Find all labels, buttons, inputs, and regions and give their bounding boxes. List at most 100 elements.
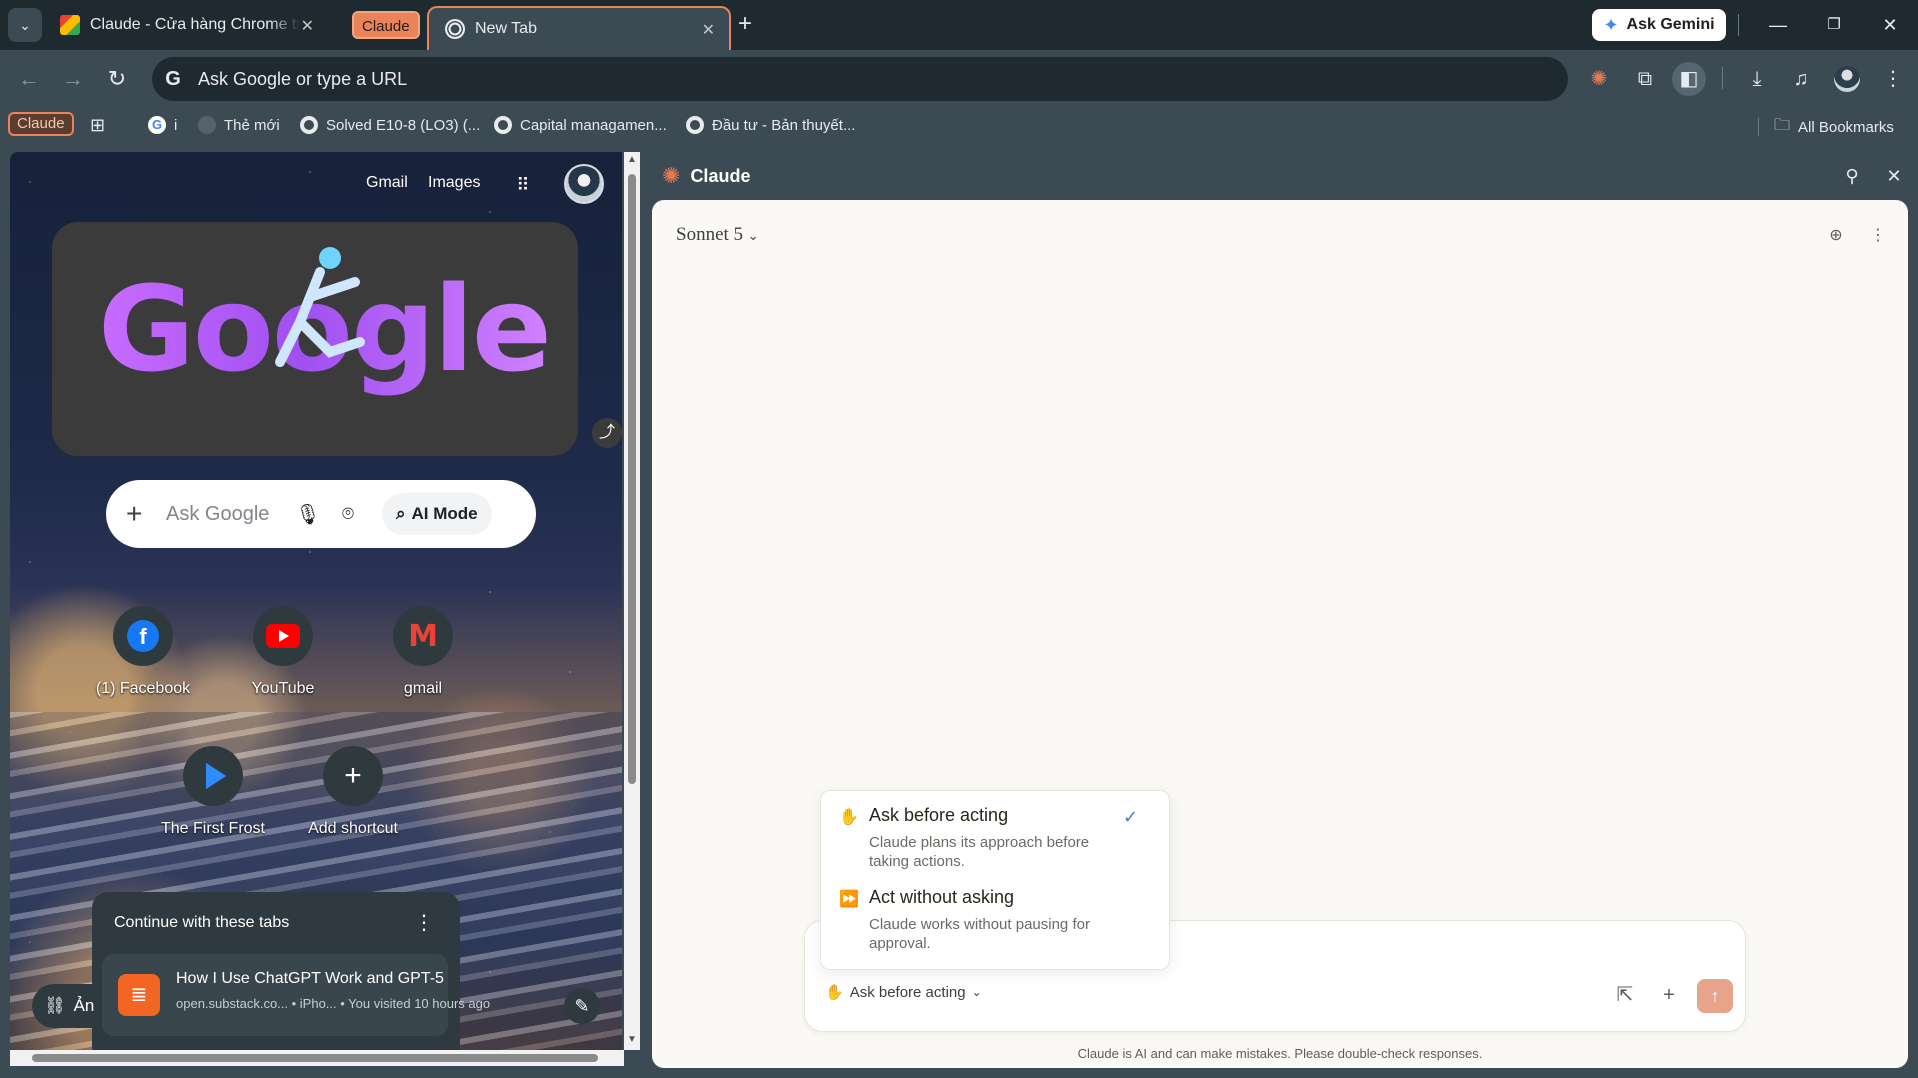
tab-search-button[interactable]: ⌄: [8, 8, 42, 42]
bookmark-item[interactable]: Solved E10-8 (LO3) (...: [300, 114, 480, 136]
folder-icon: 🗀: [1774, 117, 1791, 134]
more-options-icon[interactable]: ⋮: [1866, 224, 1890, 248]
profile-avatar[interactable]: [1834, 66, 1860, 92]
google-icon: G: [148, 116, 166, 134]
gmail-link[interactable]: Gmail: [366, 174, 408, 192]
ask-gemini-button[interactable]: ✦ Ask Gemini: [1592, 9, 1726, 41]
continue-tabs-card: Continue with these tabs ⋮ ≣ How I Use C…: [92, 892, 490, 1050]
plus-icon: +: [344, 759, 362, 792]
chevron-down-icon: ⌄: [971, 985, 982, 999]
tab-strip: ⌄ Claude - Cửa hàng Chrome trực tuyến ✕ …: [0, 0, 1918, 50]
doodle-figure: [275, 247, 365, 367]
edit-pencil-icon[interactable]: ✎: [564, 988, 600, 1024]
divider: [1758, 118, 1759, 136]
minimize-icon[interactable]: —: [1758, 10, 1798, 40]
shortcut-label: The First Frost: [160, 820, 265, 837]
shortcut-label: YouTube: [251, 680, 315, 697]
tab-group-label[interactable]: Claude: [352, 11, 420, 39]
search-input[interactable]: Ask Google: [166, 503, 288, 526]
close-tab-icon[interactable]: ✕: [301, 16, 314, 36]
menu-option-description: Claude plans its approach before taking …: [869, 834, 1090, 870]
add-attachment-icon[interactable]: +: [1655, 981, 1683, 1009]
shortcut-gmail[interactable]: M gmail: [358, 606, 488, 698]
disclaimer: Claude is AI and can make mistakes. Plea…: [1077, 1046, 1483, 1061]
bookmark-item[interactable]: G i: [148, 114, 177, 136]
images-link[interactable]: Images: [428, 174, 480, 192]
new-chat-icon[interactable]: ⊕: [1824, 224, 1848, 248]
scrollbar-thumb[interactable]: [32, 1054, 598, 1062]
apps-grid-icon[interactable]: ⊞: [90, 114, 105, 136]
forward-icon[interactable]: →: [56, 62, 90, 96]
divider: [1722, 67, 1723, 89]
shortcut-tile: [183, 746, 243, 806]
bookmark-label: Đầu tư - Bản thuyết...: [712, 116, 856, 134]
send-button[interactable]: ↑: [1697, 979, 1733, 1013]
shortcut-tile: +: [323, 746, 383, 806]
bookmark-group-claude[interactable]: Claude: [8, 112, 74, 136]
unpin-icon[interactable]: ⚲: [1840, 164, 1864, 188]
cursor-click-icon[interactable]: ⇱: [1611, 981, 1639, 1009]
back-icon[interactable]: ←: [12, 62, 46, 96]
permission-mode-button[interactable]: ✋ Ask before acting ⌄: [825, 983, 982, 1002]
new-tab-button[interactable]: +: [730, 10, 760, 40]
plus-icon[interactable]: +: [126, 498, 150, 530]
side-panel-icon[interactable]: ◧: [1672, 62, 1706, 96]
scrollbar-thumb[interactable]: [628, 174, 636, 784]
media-controls-icon[interactable]: ♫: [1784, 62, 1818, 96]
shortcut-add[interactable]: + Add shortcut: [288, 746, 418, 838]
scroll-down-arrow-icon[interactable]: ▼: [627, 1034, 637, 1045]
shortcut-first-frost[interactable]: The First Frost: [148, 746, 278, 838]
close-panel-icon[interactable]: ✕: [1882, 164, 1906, 188]
claude-extension-icon[interactable]: ✺: [1582, 62, 1616, 96]
chevron-down-icon: ⌄: [747, 228, 759, 243]
vertical-scrollbar[interactable]: ▲ ▼: [624, 152, 640, 1050]
claude-logo-icon: ✺: [662, 163, 681, 188]
ask-gemini-label: Ask Gemini: [1626, 16, 1715, 33]
omnibox-placeholder: Ask Google or type a URL: [198, 68, 408, 89]
all-bookmarks-button[interactable]: 🗀 All Bookmarks: [1774, 114, 1894, 141]
horizontal-scrollbar[interactable]: [10, 1050, 624, 1066]
shortcut-youtube[interactable]: YouTube: [218, 606, 348, 698]
bookmark-item[interactable]: Đầu tư - Bản thuyết...: [686, 114, 855, 136]
continue-tab-item[interactable]: ≣ How I Use ChatGPT Work and GPT-5.6 for…: [102, 954, 490, 1036]
reload-icon[interactable]: ↻: [100, 62, 134, 96]
close-tab-icon[interactable]: ✕: [702, 20, 715, 40]
restore-icon[interactable]: ❐: [1814, 10, 1854, 40]
google-lens-icon[interactable]: ⌾: [328, 503, 368, 526]
menu-kebab-icon[interactable]: ⋮: [1876, 62, 1910, 96]
bookmark-item[interactable]: Thẻ mới: [198, 114, 280, 136]
tab-title: New Tab: [475, 20, 537, 37]
google-account-avatar[interactable]: [564, 164, 604, 204]
ai-mode-button[interactable]: ⌕ AI Mode: [382, 493, 492, 535]
menu-option-title: Ask before acting: [869, 805, 1009, 825]
close-window-icon[interactable]: ✕: [1870, 10, 1910, 40]
tab-claude-webstore[interactable]: Claude - Cửa hàng Chrome trực tuyến ✕: [58, 6, 328, 44]
hand-icon: ✋: [839, 809, 859, 826]
omnibox[interactable]: G Ask Google or type a URL: [152, 57, 1568, 101]
chrome-webstore-icon: [60, 15, 80, 35]
extensions-puzzle-icon[interactable]: ⧉: [1628, 62, 1662, 96]
shortcut-facebook[interactable]: f (1) Facebook: [78, 606, 208, 698]
more-options-icon[interactable]: ⋮: [414, 910, 434, 935]
divider: [1738, 14, 1739, 36]
bottom-left-chip[interactable]: ⛓ Ản: [32, 984, 94, 1028]
bookmark-label: Capital managamen...: [520, 116, 667, 134]
google-apps-icon[interactable]: ⠿: [512, 174, 534, 196]
ai-sparkle-search-icon: ⌕: [396, 504, 406, 523]
toolbar: ← → ↻ G Ask Google or type a URL ✺ ⧉ ◧ ⤓…: [0, 50, 1918, 108]
hand-icon: ✋: [825, 984, 844, 1001]
first-frost-icon: [206, 763, 226, 789]
microphone-icon[interactable]: 🎙: [288, 502, 328, 527]
menu-option-title: Act without asking: [869, 887, 1015, 907]
tab-new-tab[interactable]: New Tab ✕: [427, 6, 731, 50]
download-icon[interactable]: ⤓: [1740, 62, 1774, 96]
model-selector[interactable]: Sonnet 5 ⌄: [676, 224, 759, 246]
google-g-icon: G: [165, 68, 181, 90]
google-search-box[interactable]: + Ask Google 🎙 ⌾ ⌕ AI Mode: [106, 480, 536, 548]
share-icon[interactable]: ⤴: [592, 418, 622, 448]
bookmark-item[interactable]: Capital managamen...: [494, 114, 667, 136]
bookmark-favicon-icon: [198, 116, 216, 134]
scroll-up-arrow-icon[interactable]: ▲: [627, 154, 637, 165]
all-bookmarks-label: All Bookmarks: [1798, 119, 1894, 136]
gemini-sparkle-icon: ✦: [1603, 14, 1619, 35]
